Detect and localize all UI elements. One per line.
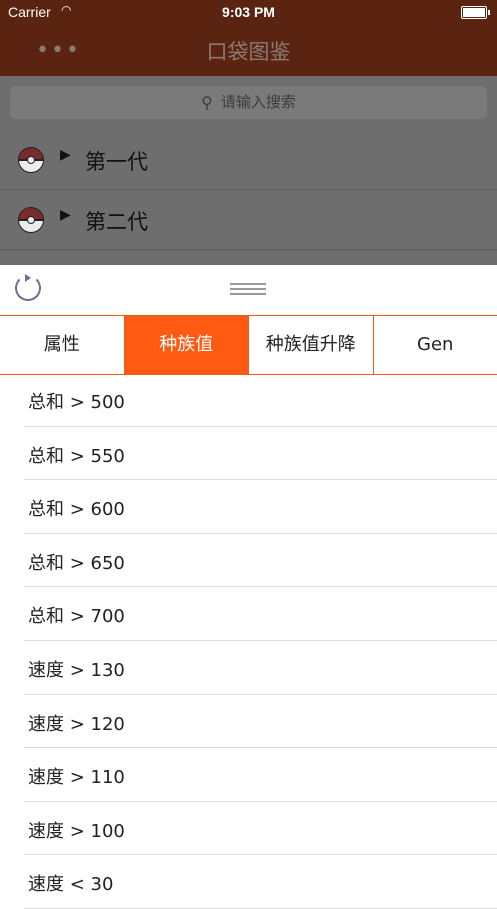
generation-list: ▶ 第一代 ▶ 第二代 — [0, 130, 497, 266]
filter-label: 总和 > 600 — [28, 495, 125, 521]
filter-option[interactable]: 速度 > 130 — [0, 641, 497, 695]
filter-label: 速度 > 100 — [28, 817, 125, 843]
filter-option[interactable]: 速度 < 30 — [0, 855, 497, 909]
drag-handle-icon[interactable] — [230, 283, 266, 295]
battery-icon — [461, 6, 487, 19]
generation-row[interactable]: ▶ 第二代 — [0, 190, 497, 250]
filter-option[interactable]: 速度 > 110 — [0, 748, 497, 802]
filter-label: 总和 > 550 — [28, 442, 125, 468]
search-placeholder: 请输入搜索 — [221, 93, 296, 111]
pokeball-icon — [18, 147, 44, 173]
search-icon: ⚲ — [201, 86, 213, 119]
filter-list: 总和 > 500 总和 > 550 总和 > 600 总和 > 650 总和 >… — [0, 373, 497, 909]
page-title: 口袋图鉴 — [0, 36, 497, 66]
filter-tabs: 属性 种族值 种族值升降 Gen — [0, 315, 497, 375]
filter-option[interactable]: 速度 > 100 — [0, 802, 497, 856]
status-bar: Carrier ◠ 9:03 PM — [0, 0, 497, 24]
status-time: 9:03 PM — [0, 4, 497, 20]
search-input[interactable]: ⚲ 请输入搜索 — [10, 86, 487, 119]
tab-base-stats[interactable]: 种族值 — [125, 316, 250, 374]
search-area: ⚲ 请输入搜索 — [0, 76, 497, 130]
generation-label: 第一代 — [85, 146, 148, 176]
generation-label: 第二代 — [85, 206, 148, 236]
filter-label: 速度 > 120 — [28, 710, 125, 736]
refresh-icon[interactable] — [15, 275, 41, 301]
chevron-right-icon: ▶ — [60, 207, 71, 223]
pokeball-icon — [18, 207, 44, 233]
filter-label: 总和 > 650 — [28, 549, 125, 575]
sheet-header — [0, 265, 497, 315]
tab-gen[interactable]: Gen — [374, 316, 497, 374]
filter-label: 速度 > 110 — [28, 763, 125, 789]
filter-option[interactable]: 速度 > 120 — [0, 695, 497, 749]
filter-option[interactable]: 总和 > 550 — [0, 427, 497, 481]
navigation-bar: ••• 口袋图鉴 — [0, 24, 497, 76]
filter-label: 总和 > 500 — [28, 388, 125, 414]
filter-option[interactable]: 总和 > 600 — [0, 480, 497, 534]
generation-row[interactable]: ▶ 第一代 — [0, 130, 497, 190]
tab-attribute[interactable]: 属性 — [0, 316, 125, 374]
filter-option[interactable]: 总和 > 500 — [0, 373, 497, 427]
filter-option[interactable]: 总和 > 650 — [0, 534, 497, 588]
tab-base-stats-sort[interactable]: 种族值升降 — [249, 316, 374, 374]
chevron-right-icon: ▶ — [60, 147, 71, 163]
filter-label: 总和 > 700 — [28, 602, 125, 628]
filter-option[interactable]: 总和 > 700 — [0, 587, 497, 641]
filter-sheet: 属性 种族值 种族值升降 Gen 总和 > 500 总和 > 550 总和 > … — [0, 265, 497, 883]
filter-label: 速度 < 30 — [28, 870, 113, 896]
filter-label: 速度 > 130 — [28, 656, 125, 682]
